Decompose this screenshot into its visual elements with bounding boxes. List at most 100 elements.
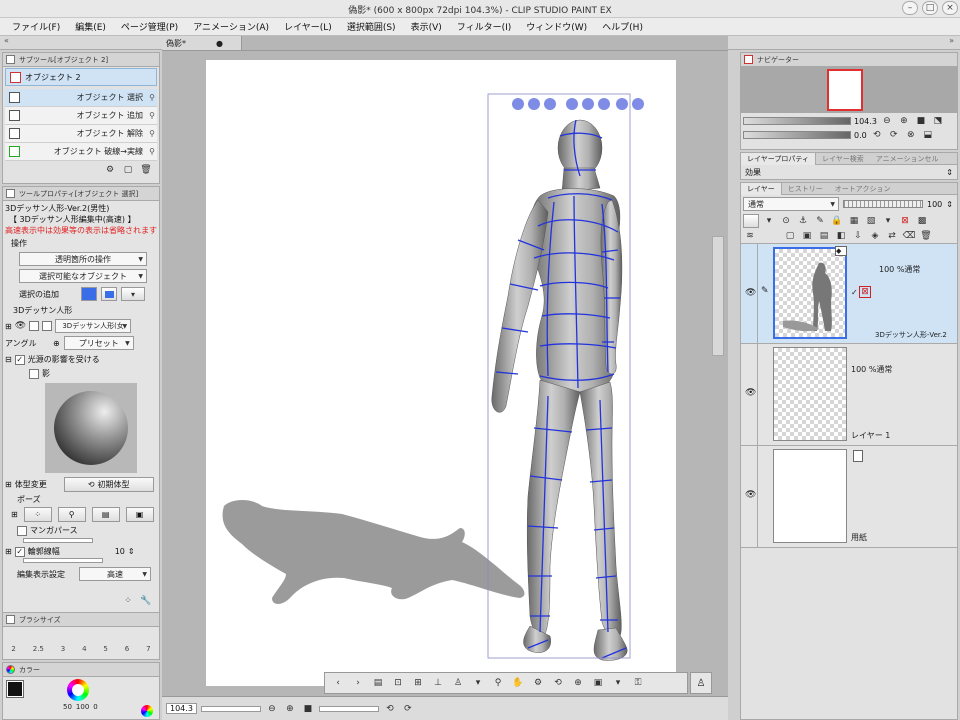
- figure-checkbox[interactable]: [42, 321, 53, 331]
- vertical-scrollbar[interactable]: [712, 236, 724, 356]
- color-wheel[interactable]: [67, 679, 89, 701]
- nav-zoom-out-icon[interactable]: ⊖: [880, 115, 894, 127]
- auto-action-tab[interactable]: オートアクション: [829, 184, 897, 194]
- transfer-icon[interactable]: ⇄: [885, 230, 899, 242]
- main-color-swatch[interactable]: [6, 680, 24, 698]
- brush-size-tab[interactable]: ブラシサイズ: [3, 613, 159, 627]
- pose-paste-button[interactable]: ▣: [125, 507, 154, 522]
- maximize-button[interactable]: □: [922, 1, 938, 15]
- new-mask-icon[interactable]: ◧: [834, 230, 848, 242]
- opacity-spinner[interactable]: ⇕: [946, 200, 953, 209]
- nav-reset-icon[interactable]: ⊗: [904, 129, 918, 141]
- menu-item-5[interactable]: 選択範囲(S): [347, 20, 396, 33]
- next-icon[interactable]: ›: [351, 677, 365, 689]
- blend-mode-select[interactable]: 通常: [743, 197, 839, 211]
- register-icon[interactable]: ⊕: [571, 677, 585, 689]
- subtool-tab[interactable]: サブツール[オブジェクト 2]: [3, 53, 159, 67]
- list-icon[interactable]: ▤: [371, 677, 385, 689]
- mask-icon[interactable]: ▧: [864, 215, 878, 227]
- selection-mode-dropdown[interactable]: ▾: [121, 287, 145, 301]
- layer-settings-icon[interactable]: ≋: [743, 230, 757, 242]
- menu-item-6[interactable]: 表示(V): [411, 20, 442, 33]
- tool-settings-icon[interactable]: 🔧: [139, 595, 153, 607]
- pose-copy-button[interactable]: ▤: [91, 507, 120, 522]
- navigator-tab[interactable]: ナビゲーター: [741, 53, 957, 67]
- mask-x-icon[interactable]: ⊠: [898, 215, 912, 227]
- reset-settings-icon[interactable]: ⁘: [121, 595, 135, 607]
- nav-fit-icon[interactable]: ■: [914, 115, 928, 127]
- edit-display-select[interactable]: 高速: [79, 567, 151, 581]
- new-selection-icon[interactable]: [81, 287, 97, 301]
- brush-size-option[interactable]: 3: [61, 645, 65, 653]
- reference-icon[interactable]: ⚓: [796, 215, 810, 227]
- rotate-right-icon[interactable]: ⟳: [401, 703, 415, 715]
- pose-register-button[interactable]: ⚲: [57, 507, 86, 522]
- tool-property-tab[interactable]: ツールプロパティ[オブジェクト 選択]: [3, 187, 159, 201]
- search-icon[interactable]: ⚲: [149, 129, 155, 138]
- figure-select[interactable]: 3Dデッサン人形(女: [55, 319, 132, 333]
- subtool-item[interactable]: オブジェクト 破線→実線 ⚲: [5, 143, 157, 161]
- menu-item-1[interactable]: 編集(E): [75, 20, 106, 33]
- brush-size-option[interactable]: 2: [11, 645, 15, 653]
- layer-search-tab[interactable]: レイヤー検索: [816, 154, 870, 164]
- subtool-item[interactable]: オブジェクト 選択 ⚲: [5, 89, 157, 107]
- collapse-right-icon[interactable]: »: [728, 36, 960, 50]
- combine-icon[interactable]: ◈: [868, 230, 882, 242]
- manga-perspective-slider[interactable]: [23, 538, 93, 543]
- preset-select[interactable]: プリセット: [63, 336, 134, 350]
- brush-size-option[interactable]: 5: [103, 645, 107, 653]
- manga-perspective-checkbox[interactable]: [17, 525, 27, 536]
- layer-tab[interactable]: レイヤー: [741, 182, 782, 195]
- brush-size-option[interactable]: 4: [82, 645, 86, 653]
- layer-property-tab[interactable]: レイヤープロパティ: [741, 152, 816, 165]
- color-tab[interactable]: カラー: [3, 663, 159, 677]
- delete-layer-icon[interactable]: 🗑: [919, 230, 933, 242]
- more-icon[interactable]: ▣: [591, 677, 605, 689]
- fit-icon[interactable]: ⊞: [411, 677, 425, 689]
- history-tab[interactable]: ヒストリー: [782, 184, 829, 194]
- layer-row[interactable]: 👁 100 %通常 レイヤー 1: [741, 344, 957, 446]
- menu-item-8[interactable]: ウィンドウ(W): [526, 20, 587, 33]
- reset-pose-icon[interactable]: ⟲: [551, 677, 565, 689]
- layer-row[interactable]: 👁 用紙: [741, 446, 957, 548]
- settings-dropdown-icon[interactable]: ▾: [611, 677, 625, 689]
- light-checkbox[interactable]: ✓: [14, 354, 25, 365]
- pose-icon[interactable]: ♙: [451, 677, 465, 689]
- eye-icon[interactable]: 👁: [745, 490, 756, 500]
- collapse-left-icon[interactable]: «: [0, 36, 162, 50]
- fit-window-icon[interactable]: ■: [301, 703, 315, 715]
- menu-item-9[interactable]: ヘルプ(H): [602, 20, 643, 33]
- collapse-icon[interactable]: ⊟: [5, 355, 12, 364]
- menu-item-0[interactable]: ファイル(F): [12, 20, 60, 33]
- hand-icon[interactable]: ✋: [511, 677, 525, 689]
- clip-icon[interactable]: ⊙: [779, 215, 793, 227]
- search-icon[interactable]: ⚲: [149, 93, 155, 102]
- zoom-slider[interactable]: [200, 705, 261, 712]
- mask-dropdown[interactable]: ▾: [881, 215, 895, 227]
- opacity-slider[interactable]: [843, 200, 923, 208]
- joint-icon[interactable]: ⚙: [531, 677, 545, 689]
- camera-angle-icon[interactable]: ⊡: [391, 677, 405, 689]
- pose-reset-button[interactable]: ⁘: [23, 507, 52, 522]
- delete-subtool-icon[interactable]: 🗑: [139, 164, 153, 176]
- merge-down-icon[interactable]: ⇩: [851, 230, 865, 242]
- color-mode-icon[interactable]: [141, 705, 153, 717]
- search-icon[interactable]: ⚲: [149, 147, 155, 156]
- eye-icon[interactable]: 👁: [15, 321, 26, 331]
- light-sphere[interactable]: [54, 391, 128, 465]
- navigator-zoom-slider[interactable]: [743, 117, 851, 125]
- subtool-group[interactable]: オブジェクト 2: [5, 68, 157, 86]
- rotate-slider[interactable]: [318, 705, 379, 712]
- menu-item-4[interactable]: レイヤー(L): [284, 20, 332, 33]
- navigator-view-frame[interactable]: [827, 69, 863, 111]
- outline-slider[interactable]: [23, 558, 103, 563]
- subtool-item[interactable]: オブジェクト 解除 ⚲: [5, 125, 157, 143]
- lock-layer-icon[interactable]: 🔒: [830, 215, 844, 227]
- zoom-in-icon[interactable]: ⊕: [283, 703, 297, 715]
- expand-icon[interactable]: ⊞: [5, 322, 12, 331]
- new-vector-icon[interactable]: ▣: [800, 230, 814, 242]
- outline-spinner[interactable]: ⇕: [128, 547, 135, 556]
- figure-icon[interactable]: ⚲: [491, 677, 505, 689]
- navigator-rotate-slider[interactable]: [743, 131, 851, 139]
- minimize-button[interactable]: –: [902, 1, 918, 15]
